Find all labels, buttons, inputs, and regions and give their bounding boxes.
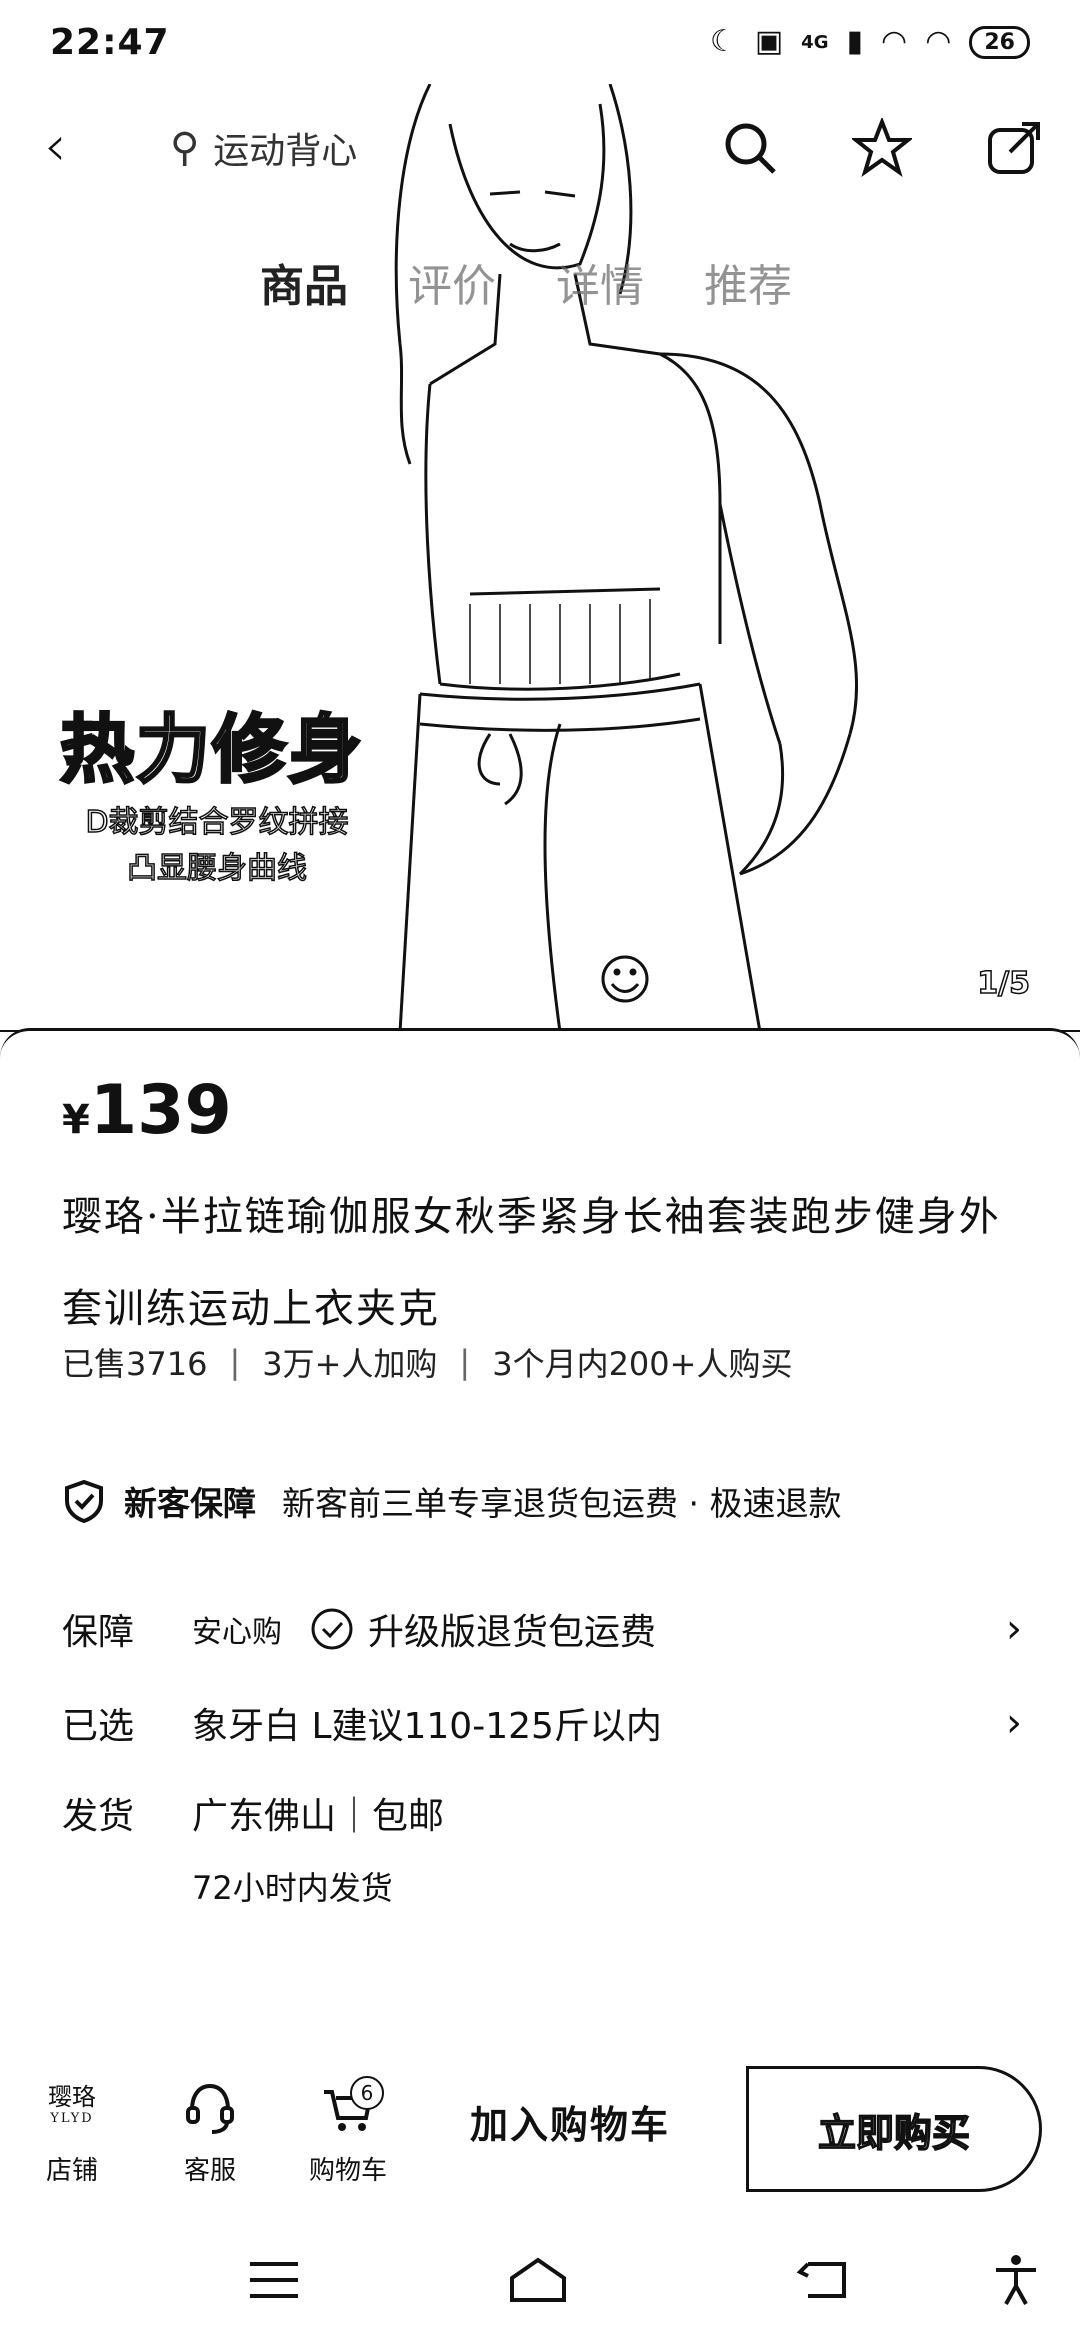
sold-count: 已售3716 [62, 1345, 208, 1383]
shipping-time: 72小时内发货 [192, 1869, 393, 1907]
hd-icon: ▣ [754, 24, 784, 59]
shop-logo-text: 璎珞 [48, 2083, 96, 2111]
divider: | [229, 1343, 241, 1381]
system-nav-bar [0, 2212, 1080, 2340]
wifi-icon: ◠ [881, 24, 908, 59]
selected-spec-row[interactable]: 已选 象牙白 L建议110-125斤以内 › [62, 1697, 1022, 1749]
search-text: 运动背心 [213, 131, 358, 172]
tab-products[interactable]: 商品 [260, 250, 348, 314]
buy-now-button[interactable]: 立即购买 [746, 2066, 1042, 2192]
sales-stats: 已售3716 | 3万+人加购 | 3个月内200+人购买 [62, 1339, 792, 1385]
cart-button[interactable]: 6 购物车 [298, 2076, 398, 2187]
new-customer-guarantee[interactable]: 新客保障 新客前三单专享退货包运费 · 极速退款 [62, 1477, 841, 1525]
shipping-row: 发货 广东佛山｜包邮 [62, 1787, 1022, 1839]
wifi-icon-2: ◠ [925, 24, 952, 59]
divider: | [459, 1343, 471, 1381]
protection-row[interactable]: 保障 安心购 升级版退货包运费 › [62, 1603, 1022, 1655]
tab-details[interactable]: 详情 [556, 250, 644, 314]
back-nav-icon[interactable] [794, 2252, 854, 2308]
battery-indicator: 26 [969, 25, 1030, 59]
shipping-label: 发货 [62, 1796, 135, 1837]
signal-icon: ▮ [846, 24, 863, 59]
search-icon-button[interactable] [720, 118, 780, 178]
tab-recommend[interactable]: 推荐 [704, 250, 792, 314]
search-icon: ⚲ [170, 125, 200, 171]
shop-logo: 璎珞 YLYD [22, 2076, 122, 2140]
menu-icon[interactable] [244, 2252, 304, 2308]
chevron-right-icon: › [1006, 1700, 1022, 1746]
chevron-right-icon: › [1006, 1606, 1022, 1652]
customer-service-button[interactable]: 客服 [160, 2076, 260, 2187]
bottom-action-bar: 璎珞 YLYD 店铺 客服 6 购物车 加入购物车 立即购买 [0, 2052, 1080, 2212]
moon-icon: ☾ [709, 24, 737, 59]
headset-icon [186, 2083, 234, 2134]
status-time: 22:47 [50, 21, 170, 63]
selected-value: 象牙白 L建议110-125斤以内 [192, 1706, 662, 1747]
cart-label: 购物车 [308, 2156, 387, 2186]
tab-reviews[interactable]: 评价 [408, 250, 496, 314]
image-page-indicator: 1/5 [977, 965, 1031, 1002]
promo-subline-1: D裁剪结合罗纹拼接 [85, 804, 350, 841]
back-icon[interactable]: ‹ [44, 114, 66, 179]
status-icons: ☾ ▣ 4G ▮ ◠ ◠ 26 [709, 24, 1030, 59]
service-label: 客服 [183, 2156, 236, 2186]
protection-desc: 升级版退货包运费 [368, 1612, 657, 1653]
top-navigation: ‹ ⚲ 运动背心 [0, 84, 1080, 214]
network-label: 4G [801, 31, 829, 53]
price: ¥139 [62, 1071, 232, 1150]
check-circle-icon [311, 1608, 353, 1650]
cart-count-badge: 6 [350, 2076, 384, 2110]
protection-label: 保障 [62, 1612, 135, 1653]
shop-label: 店铺 [45, 2156, 98, 2186]
cart-add-count: 3万+人加购 [262, 1345, 438, 1383]
shop-logo-sub: YLYD [50, 2111, 94, 2126]
status-bar: 22:47 ☾ ▣ 4G ▮ ◠ ◠ 26 [0, 0, 1080, 84]
promo-subline: D裁剪结合罗纹拼接 凸显腰身曲线 [52, 800, 382, 892]
shipping-value: 广东佛山｜包邮 [192, 1796, 445, 1837]
search-bar[interactable]: ⚲ 运动背心 [170, 116, 357, 180]
recent-buyers: 3个月内200+人购买 [492, 1345, 793, 1383]
product-detail-page: 22:47 ☾ ▣ 4G ▮ ◠ ◠ 26 ‹ ⚲ 运动背心 商品 评价 详情 … [0, 0, 1080, 2340]
home-icon[interactable] [508, 2252, 568, 2308]
product-info-card: ¥139 璎珞·半拉链瑜伽服女秋季紧身长袖套装跑步健身外套训练运动上衣夹克 已售… [0, 1028, 1080, 2048]
guarantee-desc: 新客前三单专享退货包运费 · 极速退款 [282, 1484, 842, 1523]
promo-subline-2: 凸显腰身曲线 [126, 850, 308, 887]
shop-button[interactable]: 璎珞 YLYD 店铺 [22, 2076, 122, 2187]
shield-check-icon [65, 1479, 103, 1523]
protection-badge: 安心购 [192, 1615, 282, 1650]
guarantee-name: 新客保障 [124, 1484, 256, 1523]
product-title: 璎珞·半拉链瑜伽服女秋季紧身长袖套装跑步健身外套训练运动上衣夹克 [62, 1194, 1001, 1332]
price-value: 139 [89, 1071, 232, 1150]
price-currency: ¥ [62, 1097, 90, 1143]
add-to-cart-button[interactable]: 加入购物车 [470, 2094, 670, 2149]
share-icon[interactable] [984, 118, 1044, 178]
selected-label: 已选 [62, 1706, 135, 1747]
accessibility-icon[interactable] [986, 2252, 1046, 2308]
favorite-star-icon[interactable] [852, 118, 912, 178]
section-tabs: 商品 评价 详情 推荐 [260, 250, 792, 314]
promo-headline: 热力修身 [59, 706, 364, 795]
